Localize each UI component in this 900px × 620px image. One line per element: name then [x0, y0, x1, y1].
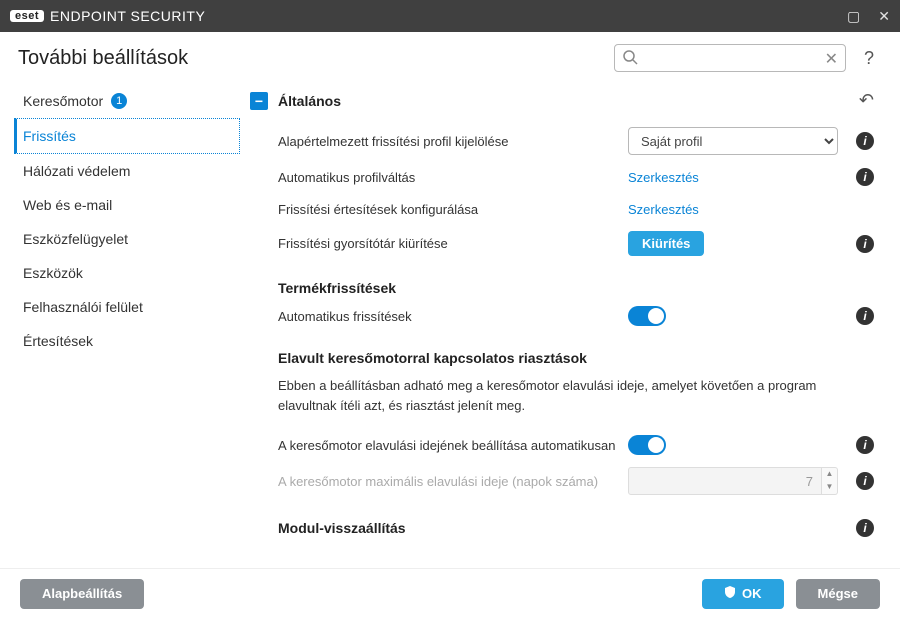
- defaults-button[interactable]: Alapbeállítás: [20, 579, 144, 609]
- spinner-up-icon[interactable]: ▲: [822, 468, 837, 481]
- sidebar-item-notifications[interactable]: Értesítések: [14, 324, 240, 358]
- sidebar-item-label: Keresőmotor: [23, 93, 103, 109]
- search-icon: [622, 49, 638, 70]
- subsection-title: Modul-visszaállítás: [278, 520, 406, 536]
- max-age-input: [628, 467, 822, 495]
- subsection-outdated: Elavult keresőmotorral kapcsolatos riasz…: [250, 332, 874, 370]
- sidebar-item-label: Hálózati védelem: [23, 163, 130, 179]
- row-default-profile: Alapértelmezett frissítési profil kijelö…: [250, 121, 874, 161]
- edit-link[interactable]: Szerkesztés: [628, 170, 699, 185]
- row-label: Automatikus profilváltás: [278, 170, 616, 185]
- brand: eset ENDPOINT SECURITY: [10, 8, 205, 24]
- footer: Alapbeállítás OK Mégse: [0, 568, 900, 618]
- header: További beállítások ✕ ?: [0, 32, 900, 78]
- outdated-desc: Ebben a beállításban adható meg a kereső…: [250, 370, 874, 429]
- sidebar-item-network[interactable]: Hálózati védelem: [14, 154, 240, 188]
- button-label: OK: [742, 586, 762, 601]
- row-label: Frissítési gyorsítótár kiürítése: [278, 236, 616, 251]
- sidebar-item-ui[interactable]: Felhasználói felület: [14, 290, 240, 324]
- subsection-product-updates: Termékfrissítések: [250, 262, 874, 300]
- sidebar-item-label: Értesítések: [23, 333, 93, 349]
- info-icon[interactable]: i: [856, 307, 874, 325]
- row-label: A keresőmotor elavulási idejének beállít…: [278, 438, 616, 453]
- clear-search-icon[interactable]: ✕: [825, 49, 838, 69]
- edit-link[interactable]: Szerkesztés: [628, 202, 699, 217]
- collapse-icon[interactable]: −: [250, 92, 268, 110]
- sidebar-item-label: Eszközfelügyelet: [23, 231, 128, 247]
- row-notify-config: Frissítési értesítések konfigurálása Sze…: [250, 193, 874, 225]
- close-icon[interactable]: ✕: [878, 8, 890, 25]
- row-label: A keresőmotor maximális elavulási ideje …: [278, 474, 616, 489]
- info-icon[interactable]: i: [856, 472, 874, 490]
- sidebar-item-tools[interactable]: Eszközök: [14, 256, 240, 290]
- sidebar-item-engine[interactable]: Keresőmotor 1: [14, 84, 240, 118]
- brand-logo-box: eset: [10, 10, 44, 22]
- row-max-age: A keresőmotor maximális elavulási ideje …: [250, 461, 874, 501]
- undo-icon[interactable]: ↶: [859, 90, 874, 111]
- auto-updates-toggle[interactable]: [628, 306, 666, 326]
- clear-cache-button[interactable]: Kiürítés: [628, 231, 704, 256]
- sidebar-item-label: Eszközök: [23, 265, 83, 281]
- spinner: ▲ ▼: [822, 467, 838, 495]
- spinner-down-icon[interactable]: ▼: [822, 481, 837, 494]
- max-age-stepper: ▲ ▼: [628, 467, 838, 495]
- info-icon[interactable]: i: [856, 168, 874, 186]
- row-auto-set-age: A keresőmotor elavulási idejének beállít…: [250, 429, 874, 461]
- default-profile-select[interactable]: Saját profil: [628, 127, 838, 155]
- sidebar-item-label: Frissítés: [23, 128, 76, 144]
- sidebar-item-label: Felhasználói felület: [23, 299, 143, 315]
- content-scroll[interactable]: − Általános ↶ Alapértelmezett frissítési…: [240, 78, 890, 568]
- help-icon[interactable]: ?: [858, 48, 880, 69]
- sidebar-item-label: Web és e-mail: [23, 197, 112, 213]
- section-title: Általános: [278, 93, 341, 109]
- maximize-icon[interactable]: ▢: [847, 8, 860, 25]
- search-wrap: ✕: [614, 44, 846, 72]
- page-title: További beállítások: [18, 47, 188, 70]
- button-label: Alapbeállítás: [42, 586, 122, 601]
- sidebar-item-update[interactable]: Frissítés: [14, 118, 240, 154]
- row-label: Frissítési értesítések konfigurálása: [278, 202, 616, 217]
- sidebar: Keresőmotor 1 Frissítés Hálózati védelem…: [0, 78, 240, 568]
- info-icon[interactable]: i: [856, 519, 874, 537]
- info-icon[interactable]: i: [856, 235, 874, 253]
- window-controls: ▢ ✕: [847, 8, 890, 25]
- row-label: Automatikus frissítések: [278, 309, 616, 324]
- ok-button[interactable]: OK: [702, 579, 784, 609]
- auto-set-age-toggle[interactable]: [628, 435, 666, 455]
- row-label: Alapértelmezett frissítési profil kijelö…: [278, 134, 616, 149]
- row-auto-updates: Automatikus frissítések i: [250, 300, 874, 332]
- sidebar-item-device-control[interactable]: Eszközfelügyelet: [14, 222, 240, 256]
- row-clear-cache: Frissítési gyorsítótár kiürítése Kiüríté…: [250, 225, 874, 262]
- shield-icon: [724, 586, 736, 601]
- subsection-module-rollback: Modul-visszaállítás i: [250, 501, 874, 541]
- sidebar-item-web-email[interactable]: Web és e-mail: [14, 188, 240, 222]
- info-icon[interactable]: i: [856, 436, 874, 454]
- search-input[interactable]: [614, 44, 846, 72]
- sidebar-badge: 1: [111, 93, 127, 109]
- button-label: Mégse: [818, 586, 858, 601]
- info-icon[interactable]: i: [856, 132, 874, 150]
- section-head-general: − Általános ↶: [250, 86, 874, 121]
- row-auto-profile-switch: Automatikus profilváltás Szerkesztés i: [250, 161, 874, 193]
- brand-name: ENDPOINT SECURITY: [50, 8, 205, 24]
- titlebar: eset ENDPOINT SECURITY ▢ ✕: [0, 0, 900, 32]
- cancel-button[interactable]: Mégse: [796, 579, 880, 609]
